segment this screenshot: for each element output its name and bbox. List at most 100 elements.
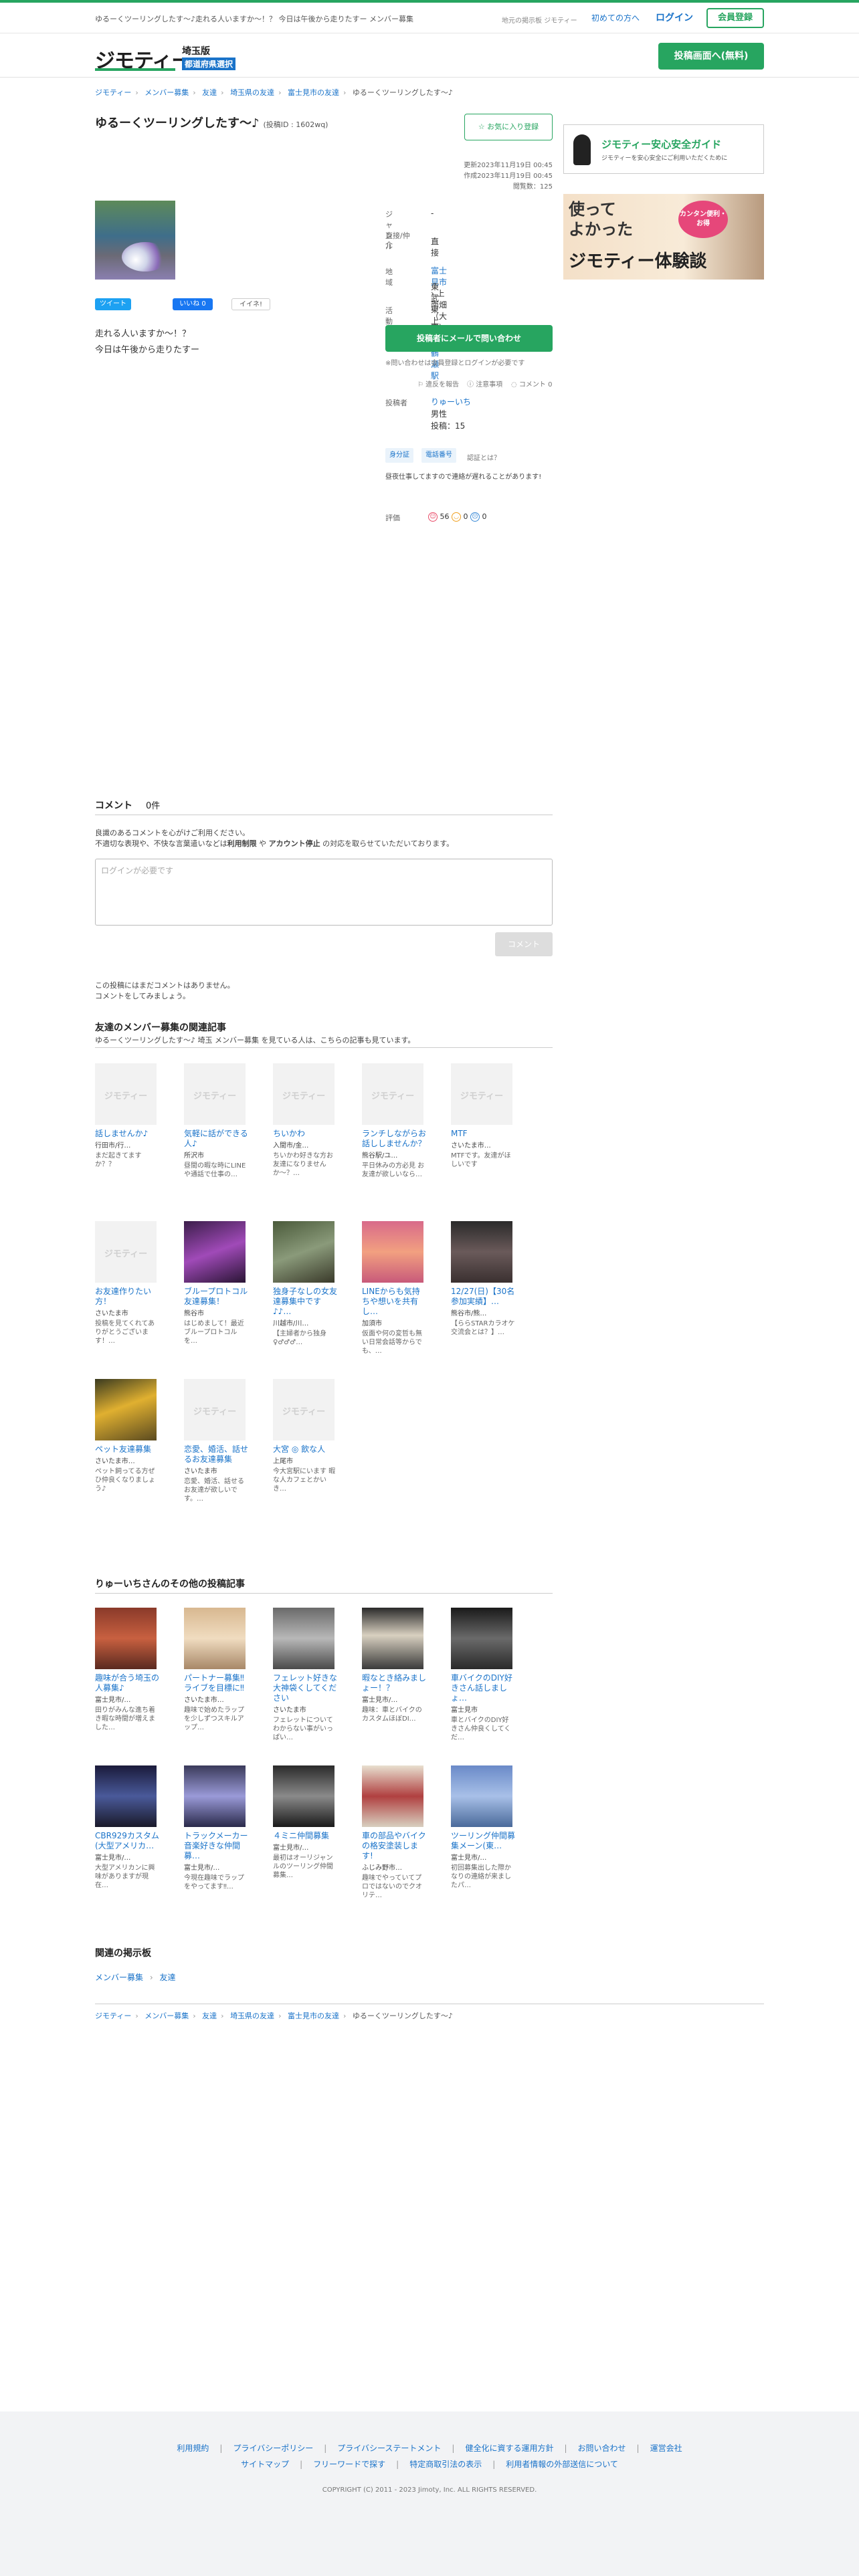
post-card-title[interactable]: トラックメーカー音楽好きな仲間募… — [184, 1831, 248, 1861]
post-card[interactable]: ジモティー 話しませんか♪ 行田市/行… まだ起きてますか？？ — [95, 1063, 169, 1169]
footer-link[interactable]: 特定商取引法の表示 — [409, 2460, 482, 2469]
post-card[interactable]: 暇なとき絡みましょー！？ 富士見市/… 趣味：車とバイクのカスタムほぼDI… — [362, 1608, 436, 1723]
post-card-title[interactable]: ランチしながらお話ししませんか？ — [362, 1129, 426, 1149]
register-button[interactable]: 会員登録 — [706, 8, 764, 28]
prefecture-select-link[interactable]: 都道府県選択 — [182, 58, 236, 70]
experience-banner[interactable]: 使って よかった ジモティー体験談 カンタン便利・お得 — [563, 194, 764, 280]
post-card[interactable]: CBR929カスタム(大型アメリカ… 富士見市/… 大型アメリカンに興味がありますが… — [95, 1765, 169, 1890]
post-thumbnail[interactable] — [95, 1379, 157, 1440]
post-thumbnail[interactable] — [184, 1608, 246, 1669]
post-thumbnail[interactable] — [184, 1765, 246, 1827]
post-card[interactable]: 12/27(日)【30名参加実績】… 熊谷市/熊… 【ららSTARカラオケ交流会とは… — [451, 1221, 524, 1337]
post-thumbnail[interactable] — [451, 1221, 512, 1283]
post-card[interactable]: ジモティー MTF さいたま市… MTFです。友達がほしいです — [451, 1063, 524, 1169]
favorite-button[interactable]: お気に入り登録 — [464, 114, 553, 140]
footer-link[interactable]: お問い合わせ — [578, 2444, 626, 2453]
post-card[interactable]: ４ミニ仲間募集 富士見市/… 最初はオーリジャンルのツーリング仲間募集… — [273, 1765, 347, 1880]
post-image[interactable] — [95, 201, 175, 280]
breadcrumb-item[interactable]: メンバー募集 — [145, 2012, 189, 2020]
post-card-title[interactable]: 大宮 ◎ 飲な人 — [273, 1444, 337, 1455]
post-card[interactable]: ジモティー 大宮 ◎ 飲な人 上尾市 今大宮駅にいます 暇な人カフェとかいき… — [273, 1379, 347, 1493]
post-card-title[interactable]: 独身子なしの女友達募集中です♪♪… — [273, 1287, 337, 1317]
post-card-title[interactable]: CBR929カスタム(大型アメリカ… — [95, 1831, 159, 1851]
verification-help-link[interactable]: 認証とは？ — [467, 452, 500, 462]
like-button[interactable]: いいね 0 — [173, 298, 213, 310]
footer-link[interactable]: フリーワードで探す — [313, 2460, 385, 2469]
post-card-title[interactable]: ブループロトコル友達募集！ — [184, 1287, 248, 1307]
post-card[interactable]: パートナー募集‼︎ライブを目標に‼︎ さいたま市… 趣味で始めたラップを少しずつスキ… — [184, 1608, 258, 1732]
post-thumbnail[interactable]: ジモティー — [273, 1063, 335, 1125]
breadcrumb-item[interactable]: 友達 — [202, 2012, 217, 2020]
comment-count-link[interactable]: ◌ コメント 0 — [511, 379, 552, 389]
post-thumbnail[interactable] — [273, 1221, 335, 1283]
breadcrumb-item[interactable]: メンバー募集 — [145, 88, 189, 97]
safety-guide-banner[interactable]: ジモティー安心安全ガイド ジモティーを安心安全にご利用いただくために — [563, 124, 764, 174]
post-thumbnail[interactable] — [273, 1608, 335, 1669]
post-card-title[interactable]: 車バイクのDIY好きさん話しましょ… — [451, 1673, 515, 1703]
post-card-title[interactable]: 暇なとき絡みましょー！？ — [362, 1673, 426, 1693]
post-card[interactable]: 趣味が合う埼玉の人募集♪ 富士見市/… 田りがみんな進ち着き暇な時間が増えました… — [95, 1608, 169, 1732]
comment-input[interactable]: ログインが必要です — [95, 859, 553, 926]
post-card[interactable]: ジモティー ランチしながらお話ししませんか？ 熊谷駅/ユ… 平日休みの方必見 お友達が… — [362, 1063, 436, 1179]
contact-button[interactable]: 投稿者にメールで問い合わせ — [385, 325, 553, 352]
breadcrumb-item[interactable]: 埼玉県の友達 — [230, 88, 274, 97]
breadcrumb-item[interactable]: ジモティー — [95, 88, 131, 97]
post-card-title[interactable]: MTF — [451, 1129, 515, 1139]
footer-link[interactable]: プライバシーステートメント — [337, 2444, 441, 2453]
board-link[interactable]: 友達 — [159, 1973, 175, 1982]
post-card[interactable]: ジモティー お友達作りたい方！ さいたま市 投稿を見てくれてありがとうございます！… — [95, 1221, 169, 1346]
post-card[interactable]: 独身子なしの女友達募集中です♪♪… 川越市/川… 【主婦者から独身♀♂♂♂… — [273, 1221, 347, 1347]
post-thumbnail[interactable]: ジモティー — [184, 1379, 246, 1440]
post-card-title[interactable]: ツーリング仲間募集メーン(東… — [451, 1831, 515, 1851]
breadcrumb-item[interactable]: 富士見市の友達 — [288, 88, 339, 97]
breadcrumb-item[interactable]: 埼玉県の友達 — [230, 2012, 274, 2020]
poster-name-link[interactable]: りゅーいち — [431, 396, 471, 407]
post-thumbnail[interactable]: ジモティー — [451, 1063, 512, 1125]
breadcrumb-item[interactable]: 友達 — [202, 88, 217, 97]
footer-link[interactable]: サイトマップ — [241, 2460, 289, 2469]
login-link[interactable]: ログイン — [656, 11, 693, 24]
footer-link[interactable]: プライバシーポリシー — [233, 2444, 313, 2453]
tweet-button[interactable]: ツイート — [95, 298, 131, 310]
post-card-title[interactable]: フェレット好きな大神袋くしてください — [273, 1673, 337, 1703]
post-card-title[interactable]: パートナー募集‼︎ライブを目標に‼︎ — [184, 1673, 248, 1693]
post-card[interactable]: ツーリング仲間募集メーン(東… 富士見市/… 初回募集出した際かなりの連絡が来ました… — [451, 1765, 524, 1890]
post-thumbnail[interactable] — [273, 1765, 335, 1827]
post-thumbnail[interactable] — [184, 1221, 246, 1283]
post-thumbnail[interactable] — [95, 1765, 157, 1827]
post-card[interactable]: ペット友達募集 さいたま市… ペット飼ってる方ぜひ仲良くなりましょう♪ — [95, 1379, 169, 1493]
post-thumbnail[interactable]: ジモティー — [362, 1063, 423, 1125]
post-card-title[interactable]: 趣味が合う埼玉の人募集♪ — [95, 1673, 159, 1693]
breadcrumb-item[interactable]: 富士見市の友達 — [288, 2012, 339, 2020]
breadcrumb-item[interactable]: ジモティー — [95, 2012, 131, 2020]
post-thumbnail[interactable] — [362, 1765, 423, 1827]
post-card[interactable]: 車バイクのDIY好きさん話しましょ… 富士見市 車とバイクのDIY好きさん仲良くして… — [451, 1608, 524, 1742]
post-card-title[interactable]: ４ミニ仲間募集 — [273, 1831, 337, 1841]
post-thumbnail[interactable]: ジモティー — [95, 1063, 157, 1125]
post-card-title[interactable]: LINEからも気持ちや想いを共有し… — [362, 1287, 426, 1317]
iine-button[interactable]: イイネ! — [231, 298, 270, 310]
board-link[interactable]: メンバー募集 — [95, 1973, 143, 1982]
footer-link[interactable]: 利用者情報の外部送信について — [506, 2460, 618, 2469]
post-card-title[interactable]: 12/27(日)【30名参加実績】… — [451, 1287, 515, 1307]
post-card[interactable]: ブループロトコル友達募集！ 熊谷市 はじめまして！最近ブループロトコルを… — [184, 1221, 258, 1346]
post-thumbnail[interactable]: ジモティー — [95, 1221, 157, 1283]
post-thumbnail[interactable] — [451, 1765, 512, 1827]
post-card-title[interactable]: 気軽に話ができる人♪ — [184, 1129, 248, 1149]
post-card-title[interactable]: お友達作りたい方！ — [95, 1287, 159, 1307]
footer-link[interactable]: 健全化に資する運用方針 — [465, 2444, 553, 2453]
post-card-title[interactable]: ちいかわ — [273, 1129, 337, 1139]
post-card[interactable]: フェレット好きな大神袋くしてください さいたま市 フェレットについてわからない事がい… — [273, 1608, 347, 1742]
post-card[interactable]: ジモティー 恋愛、婚活、話せるお友達募集 さいたま市 恋愛、婚活、話せるお友達が欲しい… — [184, 1379, 258, 1503]
post-thumbnail[interactable] — [362, 1608, 423, 1669]
report-link[interactable]: ⚐ 違反を報告 — [417, 379, 459, 389]
post-thumbnail[interactable]: ジモティー — [273, 1379, 335, 1440]
post-card[interactable]: トラックメーカー音楽好きな仲間募… 富士見市/… 今現在趣味でラップをやってます‼︎… — [184, 1765, 258, 1891]
post-card-title[interactable]: 話しませんか♪ — [95, 1129, 159, 1139]
footer-link[interactable]: 運営会社 — [650, 2444, 682, 2453]
post-card[interactable]: 車の部品やバイクの格安塗装します! ふじみ野市… 趣味でやっていてプロではないのでク… — [362, 1765, 436, 1900]
post-card-title[interactable]: ペット友達募集 — [95, 1444, 159, 1455]
post-thumbnail[interactable] — [362, 1221, 423, 1283]
post-card[interactable]: LINEからも気持ちや想いを共有し… 加須市 仮面や何の変哲も無い日常会話等からでも… — [362, 1221, 436, 1356]
post-thumbnail[interactable]: ジモティー — [184, 1063, 246, 1125]
